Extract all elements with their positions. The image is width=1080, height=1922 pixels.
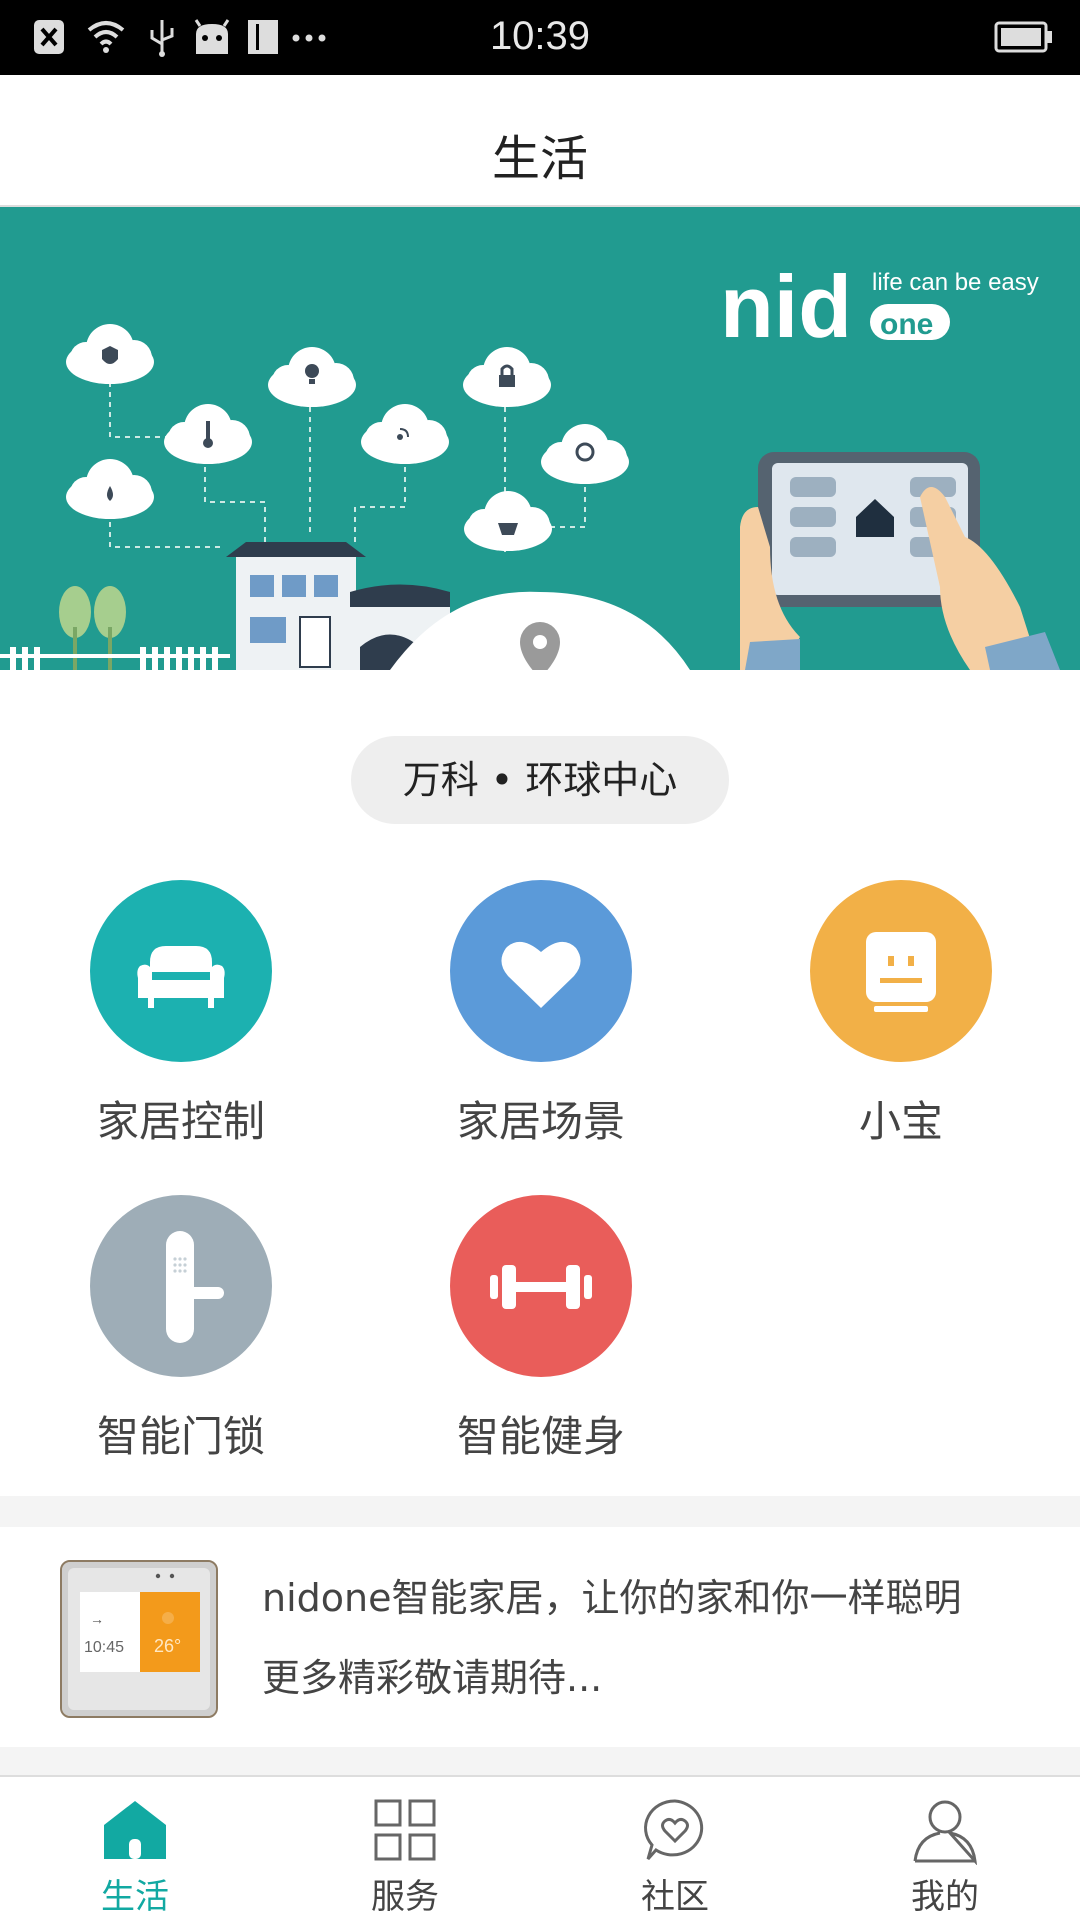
battery-icon [994,21,1052,53]
news-thumbnail: → 10:45 26° [60,1560,218,1718]
app-header: 生活 [0,75,1080,207]
feature-smart-lock[interactable]: 智能门锁 [41,1195,321,1464]
thumb-temp: 26° [154,1636,181,1656]
chat-heart-icon [644,1799,704,1860]
brand-logo-sub: one [880,308,933,341]
tab-life-label: 生活 [101,1877,169,1917]
news-card[interactable]: → 10:45 26° nidone智能家居，让你的家和你一样聪明 更多精彩敬请… [0,1527,1080,1747]
thumb-time: 10:45 [84,1639,124,1656]
tab-community-label: 社区 [641,1877,709,1917]
location-selector[interactable]: 万科 • 环球中心 [351,736,729,824]
person-icon [913,1800,978,1865]
home-icon [104,1801,166,1859]
feature-smart-fitness-badge [450,1195,632,1377]
smart-panel-image: → 10:45 26° [62,1562,216,1716]
bottom-tab-bar: 生活 服务 社区 我的 [0,1775,1080,1922]
status-bar: 10:39 [0,0,1080,75]
page-title: 生活 [491,131,588,187]
sofa-icon [137,946,225,1008]
robot-icon [866,932,936,1012]
news-headline: nidone智能家居，让你的家和你一样聪明 [262,1576,962,1620]
grid-icon [374,1799,436,1861]
feature-smart-lock-badge [90,1195,272,1377]
tab-life[interactable]: 生活 [0,1777,270,1922]
dumbbell-icon [490,1265,592,1309]
feature-xiaobao-badge [810,880,992,1062]
hero-banner[interactable]: nid one life can be easy [0,207,1080,670]
feature-smart-lock-label: 智能门锁 [96,1412,265,1461]
feature-home-control-badge [90,880,272,1062]
door-lock-icon [166,1231,224,1343]
brand-tagline: life can be easy [872,269,1039,296]
heart-icon [501,941,581,1008]
smart-home-illustration: nid one life can be easy [0,207,1080,670]
tab-community[interactable]: 社区 [540,1777,810,1922]
feature-home-control[interactable]: 家居控制 [41,880,321,1149]
feature-home-scene-label: 家居场景 [456,1097,625,1146]
feature-home-scene-badge [450,880,632,1062]
tab-mine[interactable]: 我的 [810,1777,1080,1922]
clock: 10:39 [489,14,591,58]
tab-services[interactable]: 服务 [270,1777,540,1922]
tab-mine-label: 我的 [911,1877,979,1917]
feature-smart-fitness-label: 智能健身 [456,1412,625,1461]
feature-xiaobao[interactable]: 小宝 [761,880,1041,1149]
news-subline: 更多精彩敬请期待... [262,1656,603,1700]
feature-smart-fitness[interactable]: 智能健身 [401,1195,681,1464]
feature-home-scene[interactable]: 家居场景 [401,880,681,1149]
home-main: 万科 • 环球中心 家居控制 家居场景 小宝 智能门锁 智能健身 [0,670,1080,1496]
tab-services-label: 服务 [371,1877,439,1917]
brand-logo: nid [720,257,852,356]
svg-text:→: → [90,1611,104,1627]
feature-xiaobao-label: 小宝 [858,1097,943,1146]
feature-home-control-label: 家居控制 [96,1097,265,1146]
